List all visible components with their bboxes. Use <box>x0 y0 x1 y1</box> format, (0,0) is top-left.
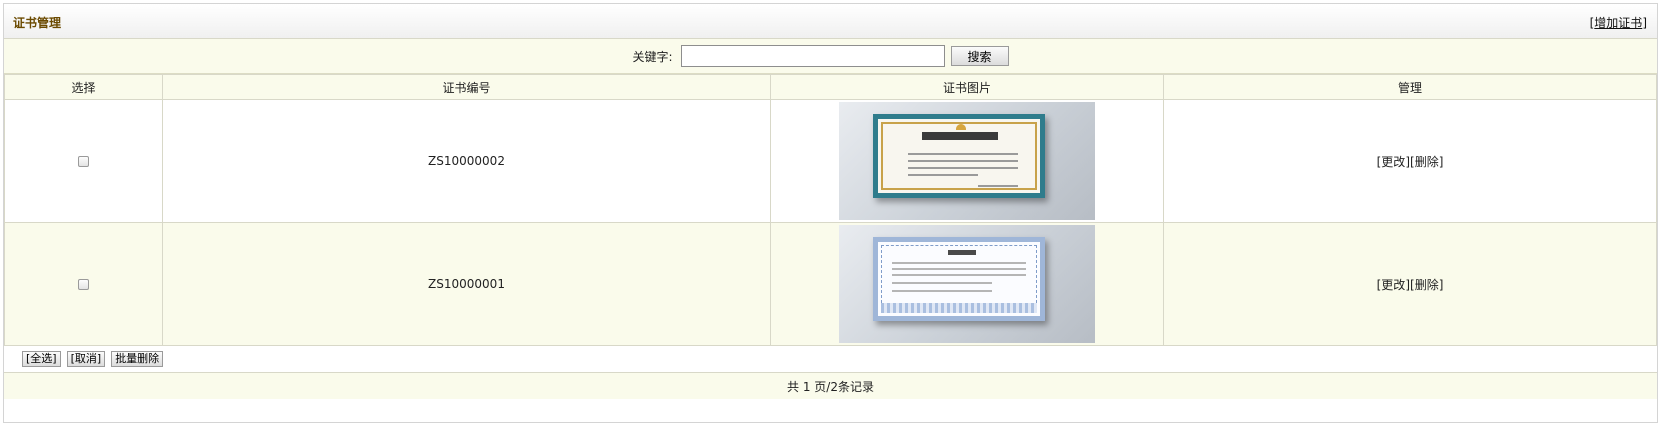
authorization-certificate-graphic <box>873 237 1045 321</box>
add-certificate-label: 增加证书 <box>1594 16 1643 30</box>
column-header-select: 选择 <box>4 74 163 100</box>
add-certificate-link[interactable]: [增加证书] <box>1590 14 1647 31</box>
keyword-input[interactable] <box>680 45 945 67</box>
row-checkbox[interactable] <box>78 279 89 290</box>
cancel-selection-button[interactable]: [取消] <box>66 351 106 367</box>
table-row: ZS10000001 [更改][删除] <box>4 222 1657 346</box>
image-cell <box>770 222 1164 346</box>
honor-certificate-graphic <box>873 114 1045 198</box>
certificate-number: ZS10000001 <box>162 222 771 346</box>
certificate-management-panel: 证书管理 [增加证书] 关键字: 搜索 选择 证书编号 证书图片 管理 ZS10… <box>3 3 1658 423</box>
delete-link[interactable]: 删除 <box>1415 155 1439 169</box>
column-header-number: 证书编号 <box>162 74 771 100</box>
certificate-image[interactable] <box>839 102 1095 220</box>
pagination-info: 共 1 页/2条记录 <box>787 379 874 394</box>
table-row: ZS10000002 [更改][删除] <box>4 99 1657 223</box>
bulk-actions-bar: [全选] [取消] 批量删除 <box>4 346 1657 373</box>
page-title: 证书管理 <box>13 16 62 30</box>
search-bar: 关键字: 搜索 <box>4 39 1657 74</box>
certificate-image[interactable] <box>839 225 1095 343</box>
edit-link[interactable]: 更改 <box>1381 155 1405 169</box>
image-cell <box>770 99 1164 223</box>
batch-delete-button[interactable]: 批量删除 <box>111 351 164 367</box>
certificate-table: 选择 证书编号 证书图片 管理 ZS10000002 [更改][删除] ZS10… <box>4 74 1657 346</box>
panel-header: 证书管理 [增加证书] <box>4 4 1657 39</box>
edit-link[interactable]: 更改 <box>1381 278 1405 292</box>
manage-cell: [更改][删除] <box>1163 222 1657 346</box>
select-all-button[interactable]: [全选] <box>22 351 61 367</box>
table-header-row: 选择 证书编号 证书图片 管理 <box>4 74 1657 100</box>
column-header-manage: 管理 <box>1163 74 1657 100</box>
delete-link[interactable]: 删除 <box>1415 278 1439 292</box>
pagination-footer: 共 1 页/2条记录 <box>4 373 1657 399</box>
select-cell <box>4 99 163 223</box>
search-button[interactable]: 搜索 <box>950 46 1009 66</box>
row-checkbox[interactable] <box>78 156 89 167</box>
certificate-number: ZS10000002 <box>162 99 771 223</box>
column-header-image: 证书图片 <box>770 74 1164 100</box>
manage-cell: [更改][删除] <box>1163 99 1657 223</box>
select-cell <box>4 222 163 346</box>
keyword-label: 关键字: <box>632 49 673 64</box>
